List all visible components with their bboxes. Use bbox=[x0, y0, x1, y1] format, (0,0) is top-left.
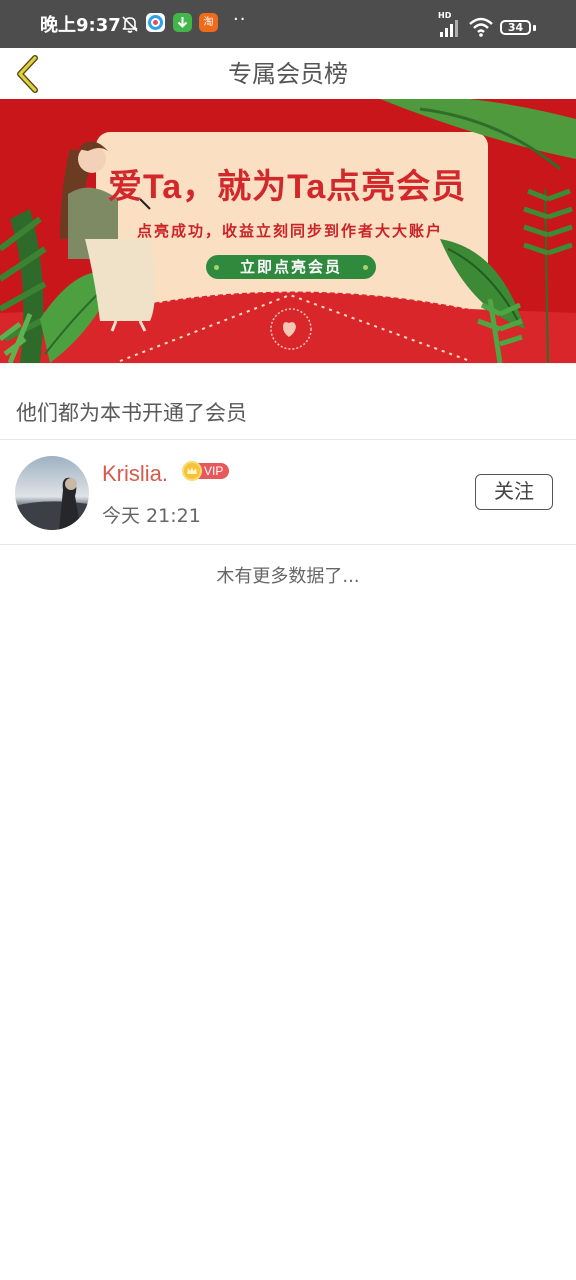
light-up-membership-button[interactable]: 立即点亮会员 bbox=[206, 255, 376, 279]
section-header: 他们都为本书开通了会员 bbox=[0, 363, 576, 440]
battery-tip bbox=[533, 25, 536, 31]
member-time: 今天 21:21 bbox=[102, 505, 201, 527]
list-item[interactable]: Krislia. VIP 今天 21:21 关注 bbox=[0, 441, 576, 545]
banner-heading: 爱Ta，就为Ta点亮会员 bbox=[108, 168, 467, 206]
cta-label: 立即点亮会员 bbox=[239, 258, 342, 276]
app-notification-icon bbox=[146, 13, 165, 32]
battery-icon: 34 bbox=[500, 20, 531, 35]
no-more-data-text: 木有更多数据了... bbox=[216, 566, 360, 587]
member-name[interactable]: Krislia. bbox=[102, 461, 168, 487]
banner-subtitle: 点亮成功，收益立刻同步到作者大大账户 bbox=[137, 222, 444, 240]
network-hd-label: HD bbox=[438, 11, 452, 20]
status-time: 晚上9:37 bbox=[40, 15, 121, 36]
crown-icon bbox=[182, 461, 202, 481]
page-title: 专属会员榜 bbox=[228, 60, 348, 88]
more-notifications-indicator: ·· bbox=[233, 9, 247, 30]
avatar[interactable] bbox=[15, 456, 89, 530]
taobao-app-icon: 淘 bbox=[199, 13, 218, 32]
battery-level: 34 bbox=[507, 21, 524, 34]
top-app-bar: 专属会员榜 bbox=[0, 48, 576, 100]
cta-dot-right bbox=[363, 265, 368, 270]
silent-bell-icon bbox=[122, 16, 138, 33]
section-title: 他们都为本书开通了会员 bbox=[16, 401, 247, 425]
vip-badge: VIP bbox=[182, 461, 230, 481]
follow-button[interactable]: 关注 bbox=[475, 474, 553, 510]
download-app-icon bbox=[173, 13, 192, 32]
cellular-signal-icon: HD bbox=[438, 11, 458, 37]
promo-banner[interactable]: 爱Ta，就为Ta点亮会员 点亮成功，收益立刻同步到作者大大账户 立即点亮会员 bbox=[0, 99, 576, 363]
avatar-image bbox=[15, 456, 89, 530]
wifi-icon bbox=[469, 17, 493, 37]
cta-dot-left bbox=[214, 265, 219, 270]
svg-text:淘: 淘 bbox=[204, 15, 214, 28]
